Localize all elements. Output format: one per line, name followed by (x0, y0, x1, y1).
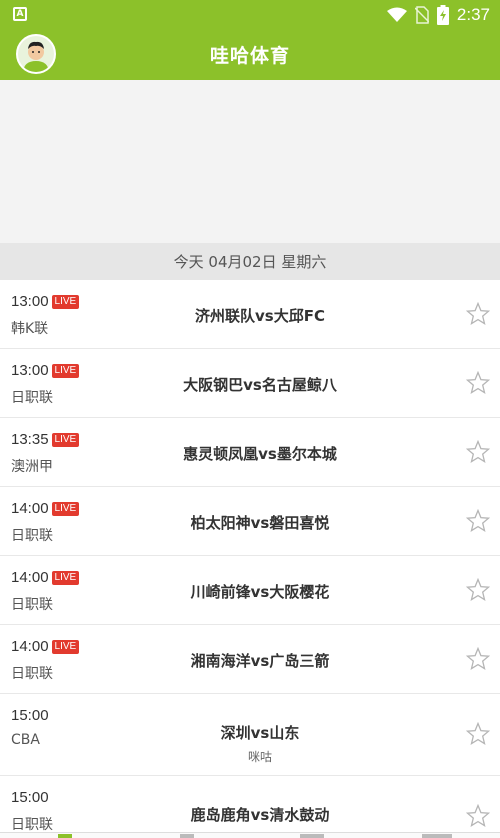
match-row[interactable]: 13:00 LIVE 日职联 大阪钢巴vs名古屋鲸八 (0, 349, 500, 418)
date-text: 今天 04月02日 星期六 (173, 253, 327, 271)
banner-area[interactable] (0, 80, 500, 243)
match-time: 14:00 LIVE (11, 638, 80, 655)
live-badge: LIVE (51, 363, 80, 378)
nav-home-icon[interactable] (58, 834, 72, 838)
match-teams: 惠灵顿凤凰vs墨尔本城 (183, 445, 337, 463)
match-teams: 鹿岛鹿角vs清水鼓动 (190, 806, 330, 824)
match-list: 13:00 LIVE 韩K联 济州联队vs大邱FC 13:00 LIVE 日职联 大… (0, 280, 500, 838)
match-row[interactable]: 14:00 LIVE 日职联 川崎前锋vs大阪樱花 (0, 556, 500, 625)
match-time: 13:35 LIVE (11, 431, 80, 448)
broadcast-source: 咪咕 (247, 750, 272, 764)
app-header: 哇哈体育 (0, 29, 500, 80)
match-teams: 济州联队vs大邱FC (195, 307, 325, 325)
app-title: 哇哈体育 (209, 45, 290, 67)
match-teams: 大阪钢巴vs名古屋鲸八 (183, 376, 337, 394)
match-teams: 深圳vs山东 (220, 724, 300, 742)
star-icon[interactable] (466, 509, 490, 533)
clock: 2:37 (456, 4, 490, 24)
match-row[interactable]: 15:00 日职联 鹿岛鹿角vs清水鼓动 (0, 776, 500, 838)
nav-news-icon[interactable] (300, 834, 324, 838)
nav-video-icon[interactable] (422, 834, 452, 838)
match-row[interactable]: 14:00 LIVE 日职联 湘南海洋vs广岛三箭 (0, 625, 500, 694)
match-teams: 川崎前锋vs大阪樱花 (190, 583, 330, 601)
match-league: 韩K联 (11, 321, 49, 337)
star-icon[interactable] (466, 804, 490, 828)
match-time: 15:00 (11, 789, 49, 806)
match-row[interactable]: 14:00 LIVE 日职联 柏太阳神vs磐田喜悦 (0, 487, 500, 556)
match-teams: 湘南海洋vs广岛三箭 (190, 652, 330, 670)
match-row[interactable]: 13:35 LIVE 澳洲甲 惠灵顿凤凰vs墨尔本城 (0, 418, 500, 487)
match-row[interactable]: 13:00 LIVE 韩K联 济州联队vs大邱FC (0, 280, 500, 349)
star-icon[interactable] (466, 440, 490, 464)
nav-match-icon[interactable] (180, 834, 194, 838)
live-badge: LIVE (51, 639, 80, 654)
app-notification-icon: A (13, 7, 27, 21)
match-time: 14:00 LIVE (11, 500, 80, 517)
wifi-icon (386, 7, 407, 22)
live-badge: LIVE (51, 294, 80, 309)
match-league: 日职联 (11, 597, 53, 613)
match-time: 14:00 LIVE (11, 569, 80, 586)
match-time: 13:00 LIVE (11, 362, 80, 379)
bottom-nav (0, 832, 500, 838)
match-league: 日职联 (11, 817, 53, 833)
star-icon[interactable] (466, 722, 490, 746)
match-teams: 柏太阳神vs磐田喜悦 (190, 514, 330, 532)
star-icon[interactable] (466, 647, 490, 671)
match-time: 15:00 (11, 707, 49, 724)
match-league: 日职联 (11, 528, 53, 544)
live-badge: LIVE (51, 570, 80, 585)
live-badge: LIVE (51, 501, 80, 516)
match-league: 日职联 (11, 666, 53, 682)
match-league: 日职联 (11, 390, 53, 406)
date-bar: 今天 04月02日 星期六 (0, 243, 500, 280)
user-avatar-icon (18, 36, 54, 72)
no-sim-icon (414, 5, 429, 24)
status-bar: A 2:37 (0, 0, 500, 29)
match-league: 澳洲甲 (11, 459, 53, 475)
star-icon[interactable] (466, 371, 490, 395)
match-row[interactable]: 15:00 CBA 深圳vs山东 咪咕 (0, 694, 500, 776)
match-league: CBA (11, 732, 40, 748)
star-icon[interactable] (466, 578, 490, 602)
live-badge: LIVE (51, 432, 80, 447)
match-time: 13:00 LIVE (11, 293, 80, 310)
status-icons: 2:37 (386, 0, 490, 29)
avatar[interactable] (16, 34, 56, 74)
battery-charging-icon (436, 4, 449, 25)
star-icon[interactable] (466, 302, 490, 326)
